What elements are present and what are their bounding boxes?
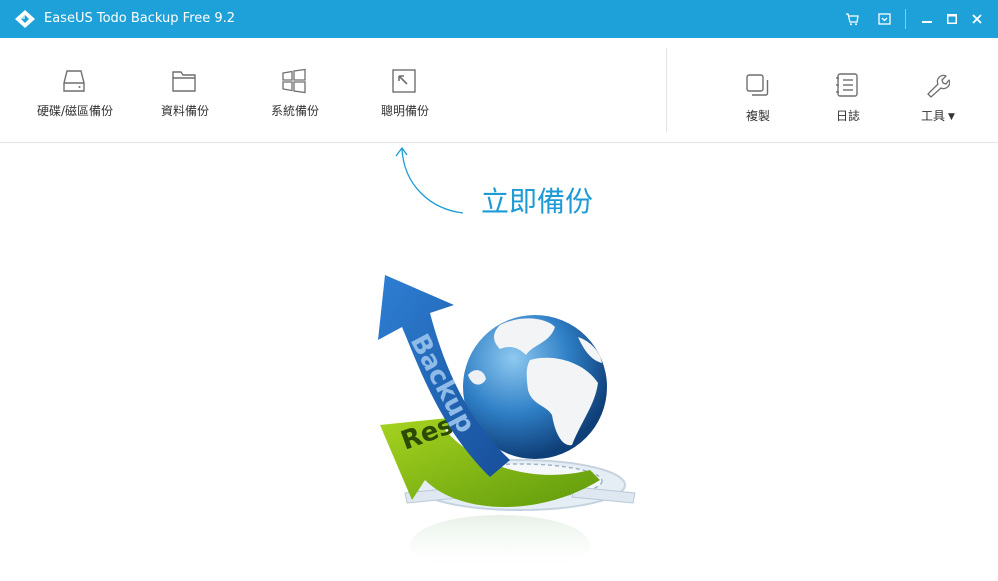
system-backup-button[interactable]: 系統備份 (240, 38, 350, 142)
titlebar-separator (905, 9, 906, 29)
close-icon (972, 14, 982, 24)
minimize-button[interactable] (915, 7, 939, 31)
system-backup-label: 系統備份 (270, 104, 319, 118)
tools-label-wrap: 工具 ▼ (883, 107, 993, 124)
maximize-icon (947, 14, 957, 24)
title-bar: EaseUS Todo Backup Free 9.2 (0, 0, 998, 38)
close-button[interactable] (965, 7, 989, 31)
windows-icon (282, 68, 306, 94)
tools-label: 工具 (921, 109, 946, 123)
window-title: EaseUS Todo Backup Free 9.2 (44, 11, 236, 26)
update-icon (877, 13, 891, 25)
file-backup-button[interactable]: 資料備份 (130, 38, 240, 142)
minimize-icon (922, 21, 932, 23)
disk-icon (63, 70, 85, 92)
tools-dropdown-button[interactable]: 工具 ▼ (883, 38, 993, 142)
chevron-down-icon: ▼ (948, 112, 955, 122)
folder-icon (172, 71, 196, 92)
wrench-icon (927, 74, 950, 98)
update-button[interactable] (872, 7, 896, 31)
smart-backup-label: 聰明備份 (380, 104, 429, 118)
clone-icon (746, 74, 769, 96)
smart-backup-icon (392, 69, 416, 93)
cart-icon (846, 12, 859, 25)
toolbar-separator (666, 48, 667, 132)
curved-arrow-icon (395, 146, 464, 214)
smart-backup-button[interactable]: 聰明備份 (350, 38, 460, 142)
backup-restore-illustration: Restore Backup (378, 275, 636, 575)
log-icon (836, 73, 858, 97)
main-toolbar: 硬碟/磁區備份 資料備份 系統備份 聰明備份 複製 日誌 工具 ▼ (0, 38, 998, 143)
easeus-logo-icon (15, 10, 35, 28)
disk-partition-backup-label: 硬碟/磁區備份 (36, 104, 114, 118)
disk-partition-backup-button[interactable]: 硬碟/磁區備份 (20, 38, 130, 142)
backup-now-hint: 立即備份 (481, 185, 594, 218)
maximize-button[interactable] (940, 7, 964, 31)
file-backup-label: 資料備份 (160, 104, 209, 118)
cart-button[interactable] (840, 7, 864, 31)
